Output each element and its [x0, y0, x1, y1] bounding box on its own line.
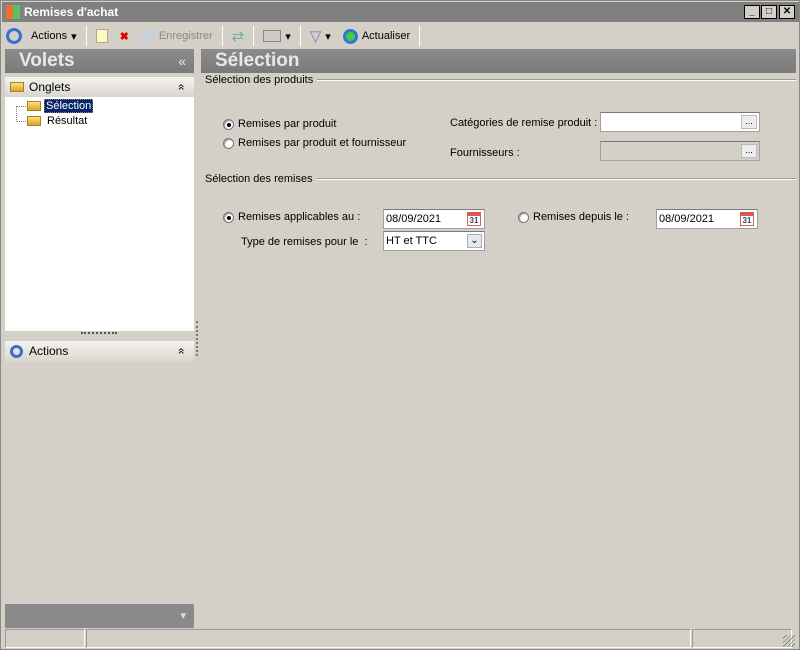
status-cell: [5, 629, 85, 648]
save-icon: [140, 29, 155, 43]
separator: [253, 26, 255, 46]
radio-label: Remises depuis le :: [533, 211, 629, 223]
fournisseurs-label: Fournisseurs :: [450, 147, 520, 159]
sync-icon: ⇄: [231, 28, 245, 45]
maximize-button[interactable]: □: [761, 5, 777, 19]
categories-label: Catégories de remise produit :: [450, 117, 598, 129]
actions-circle-icon: [10, 345, 23, 358]
group-label: Sélection des remises: [205, 173, 313, 185]
new-document-icon: [95, 29, 108, 43]
radio-label: Remises par produit et fournisseur: [238, 137, 407, 149]
collapse-section-icon[interactable]: »: [171, 348, 191, 355]
date-value: 08/09/2021: [386, 213, 442, 225]
tree-lines: [16, 106, 26, 122]
actions-section-header[interactable]: Actions »: [5, 341, 194, 362]
radio-remises-produit-fournisseur[interactable]: Remises par produit et fournisseur: [223, 137, 406, 149]
actions-label: Actions: [31, 30, 68, 42]
chevron-down-icon: ▾: [71, 30, 77, 43]
calendar-icon[interactable]: 31: [467, 212, 481, 226]
radio-remises-applicables[interactable]: Remises applicables au :: [223, 211, 360, 223]
title-bar: Remises d'achat: [2, 2, 799, 22]
tree-item-selection[interactable]: Sélection: [27, 99, 94, 113]
actions-circle-icon: [6, 28, 22, 44]
minimize-button[interactable]: _: [744, 5, 760, 19]
splitter-grip[interactable]: [81, 332, 117, 335]
fournisseurs-field[interactable]: ...: [600, 141, 760, 161]
radio-icon: [223, 137, 234, 149]
toolbar: Actions ▾ ✖ Enregistrer ⇄ ▾ ▽ ▾ Actualiser: [2, 23, 799, 49]
resize-grip-icon[interactable]: [783, 635, 795, 647]
date-value: 08/09/2021: [659, 213, 715, 225]
actions-menu-button[interactable]: Actions ▾: [28, 25, 80, 47]
ellipsis-button[interactable]: ...: [741, 144, 757, 158]
radio-remises-depuis[interactable]: Remises depuis le :: [518, 211, 629, 223]
separator: [419, 26, 421, 46]
delete-button[interactable]: ✖: [117, 25, 132, 47]
folder-icon: [10, 82, 24, 92]
group-remises: Sélection des remises: [205, 173, 796, 185]
calendar-icon[interactable]: 31: [740, 212, 754, 226]
vertical-splitter[interactable]: [196, 321, 198, 356]
type-remises-select[interactable]: HT et TTC ⌄: [383, 231, 485, 251]
date-applicables-field[interactable]: 08/09/2021 31: [383, 209, 485, 229]
save-button[interactable]: Enregistrer: [138, 25, 216, 47]
save-label: Enregistrer: [158, 30, 213, 42]
chevron-down-icon[interactable]: ▾: [180, 609, 186, 622]
tree-item-resultat[interactable]: Résultat: [27, 115, 87, 127]
folder-icon: [27, 116, 41, 126]
actions-section-label: Actions: [29, 344, 69, 358]
radio-icon: [223, 118, 234, 130]
separator: [299, 26, 301, 46]
printer-icon: [263, 30, 282, 42]
print-button[interactable]: ▾: [260, 25, 294, 47]
delete-icon: ✖: [119, 30, 129, 43]
categories-field[interactable]: ...: [600, 112, 760, 132]
chevron-down-icon: ▾: [325, 30, 331, 43]
group-products: Sélection des produits: [205, 74, 796, 86]
collapse-section-icon[interactable]: »: [171, 84, 191, 91]
separator: [85, 26, 87, 46]
date-depuis-field[interactable]: 08/09/2021 31: [656, 209, 758, 229]
filter-button[interactable]: ▽ ▾: [307, 25, 334, 47]
collapse-panel-button[interactable]: «: [178, 49, 186, 73]
chevron-down-icon: ▾: [285, 30, 291, 43]
main-title: Sélection: [215, 50, 300, 71]
status-cell: [692, 629, 792, 648]
app-icon: [6, 5, 20, 19]
radio-icon: [223, 211, 234, 223]
filter-icon: ▽: [309, 28, 322, 45]
tree-item-label: Sélection: [44, 99, 94, 113]
selection-header: Sélection: [201, 49, 796, 73]
new-button[interactable]: [93, 25, 111, 47]
radio-remises-produit[interactable]: Remises par produit: [223, 118, 336, 130]
onglets-section-header[interactable]: Onglets »: [5, 77, 194, 97]
tree-line: [16, 106, 26, 107]
tree-item-label: Résultat: [47, 115, 88, 127]
close-button[interactable]: ✕: [779, 5, 795, 19]
volets-title: Volets: [19, 50, 75, 71]
onglets-label: Onglets: [29, 80, 71, 94]
select-value: HT et TTC: [386, 235, 437, 247]
type-remises-label: Type de remises pour le :: [241, 236, 368, 248]
refresh-label: Actualiser: [361, 30, 411, 42]
panel-footer-bar[interactable]: ▾: [5, 604, 194, 628]
open-folder-icon: [27, 101, 41, 111]
window-title: Remises d'achat: [24, 5, 119, 19]
chevron-down-icon[interactable]: ⌄: [467, 234, 482, 248]
separator: [221, 26, 223, 46]
window: Remises d'achat _ □ ✕ Actions ▾ ✖ Enregis…: [0, 0, 800, 650]
radio-label: Remises applicables au :: [238, 211, 361, 223]
volets-header: Volets «: [5, 49, 194, 73]
ellipsis-button[interactable]: ...: [741, 115, 757, 129]
radio-label: Remises par produit: [238, 118, 337, 130]
radio-icon: [518, 211, 529, 223]
tabs-tree: Sélection Résultat: [5, 97, 194, 331]
sync-button[interactable]: ⇄: [229, 25, 248, 47]
group-label: Sélection des produits: [205, 74, 314, 86]
refresh-button[interactable]: Actualiser: [340, 25, 413, 47]
status-cell: [86, 629, 691, 648]
refresh-icon: [342, 28, 358, 44]
